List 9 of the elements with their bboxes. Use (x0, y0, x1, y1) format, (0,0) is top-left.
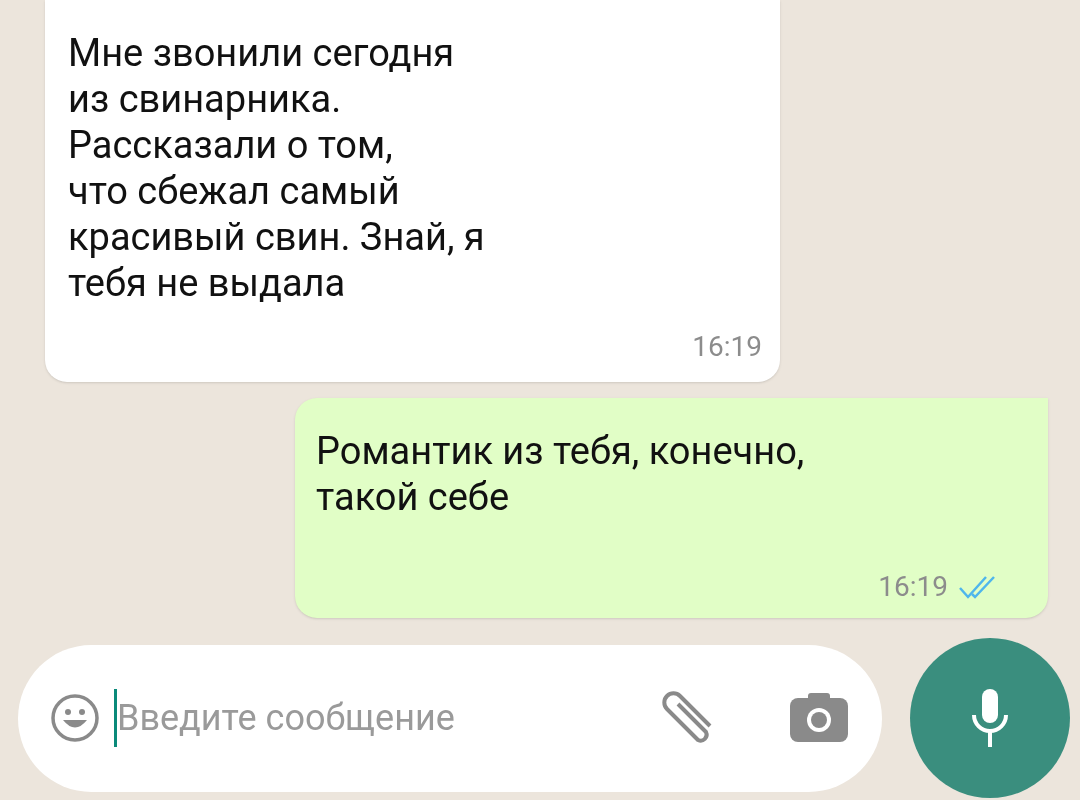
message-time: 16:19 (878, 569, 948, 605)
message-input[interactable]: Введите сообщение (18, 644, 882, 792)
message-text: Мне звонили сегодня из свинарника. Рассказали о том, что сбежал самый красивый свин. Знай, я тебя не выдала (68, 30, 486, 306)
camera-icon[interactable] (788, 692, 850, 744)
message-time: 16:19 (692, 329, 762, 365)
smiley-icon[interactable] (50, 693, 100, 743)
message-text: Романтик из тебя, конечно, такой себе (316, 428, 806, 520)
microphone-icon (970, 687, 1010, 749)
message-field[interactable]: Введите сообщение (117, 691, 654, 745)
